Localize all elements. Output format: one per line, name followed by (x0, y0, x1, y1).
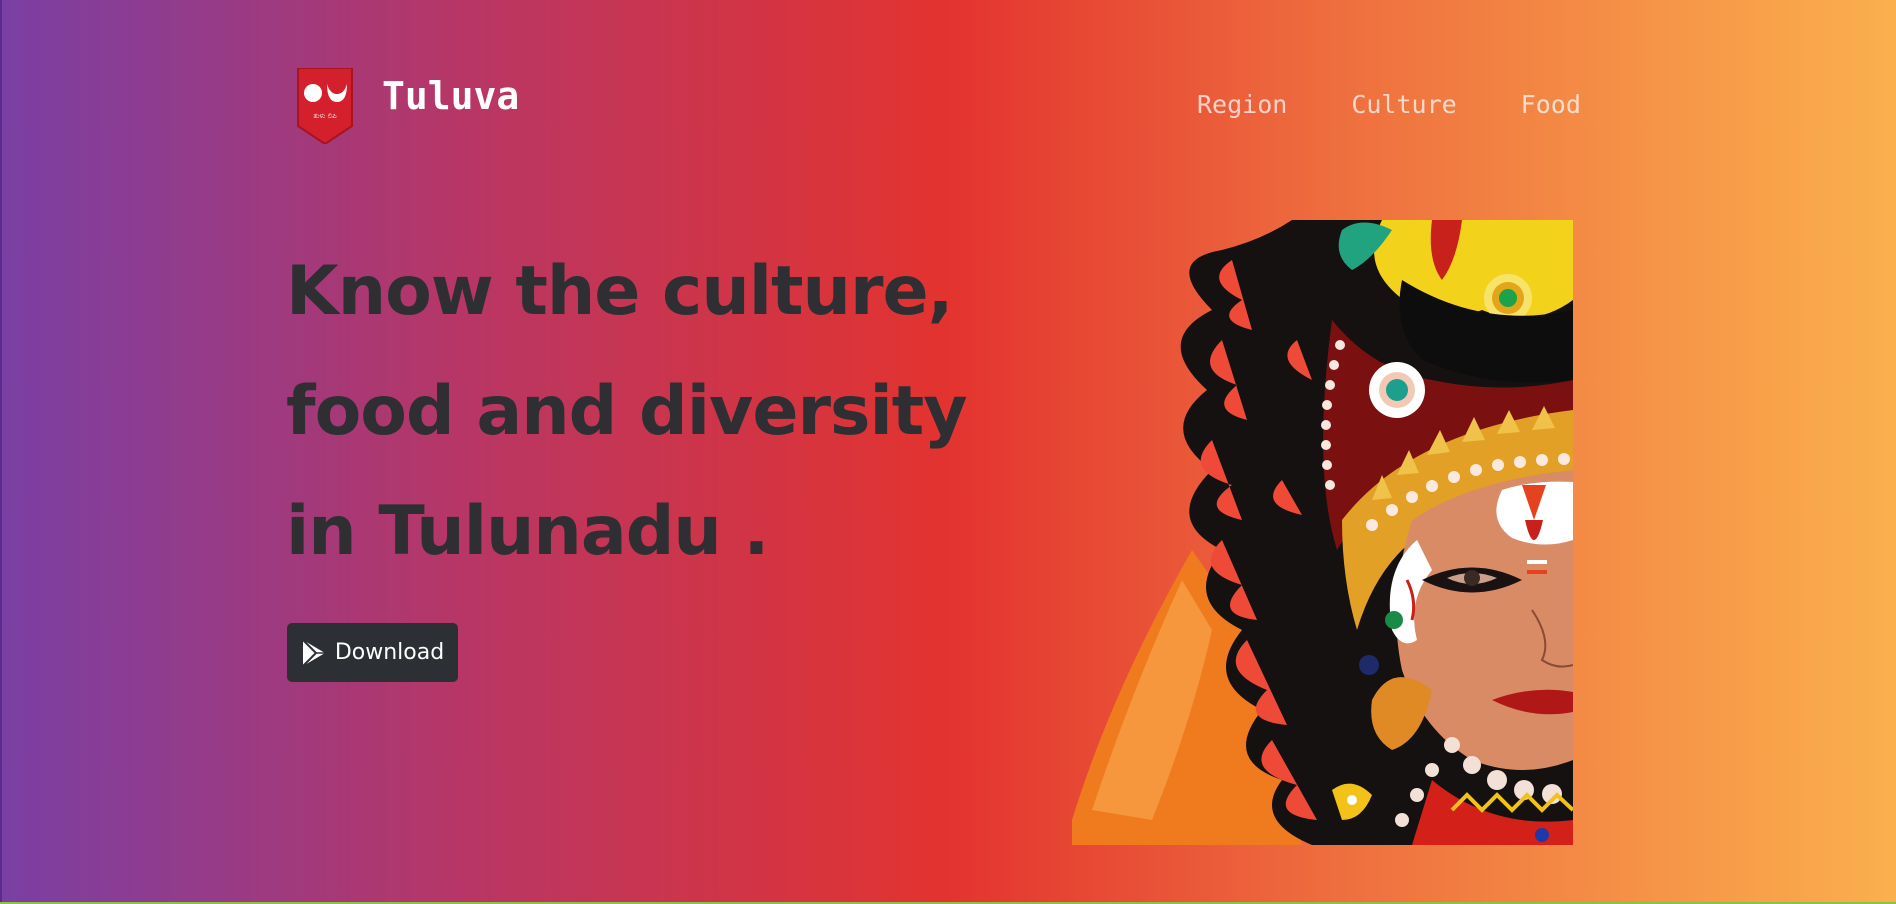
nav-region[interactable]: Region (1197, 90, 1287, 119)
nav-food[interactable]: Food (1521, 90, 1581, 119)
main-nav: Region Culture Food (1197, 90, 1581, 119)
tulu-shield-logo-icon: ತುಳು ಲಿಪಿ (296, 68, 354, 144)
nav-culture[interactable]: Culture (1351, 90, 1456, 119)
yakshagana-face-illustration (1072, 220, 1573, 845)
download-label: Download (334, 640, 445, 665)
play-store-icon (301, 638, 327, 667)
hero-title-line-2: food and diversity (286, 372, 968, 451)
hero-title: Know the culture, food and diversity in … (286, 232, 968, 592)
hero-title-line-3: in Tulunadu . (286, 492, 769, 571)
brand[interactable]: ತುಳು ಲಿಪಿ Tuluva (296, 68, 519, 144)
hero-title-line-1: Know the culture, (286, 252, 953, 331)
download-button[interactable]: Download (287, 623, 458, 682)
brand-name[interactable]: Tuluva (382, 74, 519, 118)
left-edge-line (0, 0, 2, 904)
logo-caption: ತುಳು ಲಿಪಿ (313, 112, 337, 120)
